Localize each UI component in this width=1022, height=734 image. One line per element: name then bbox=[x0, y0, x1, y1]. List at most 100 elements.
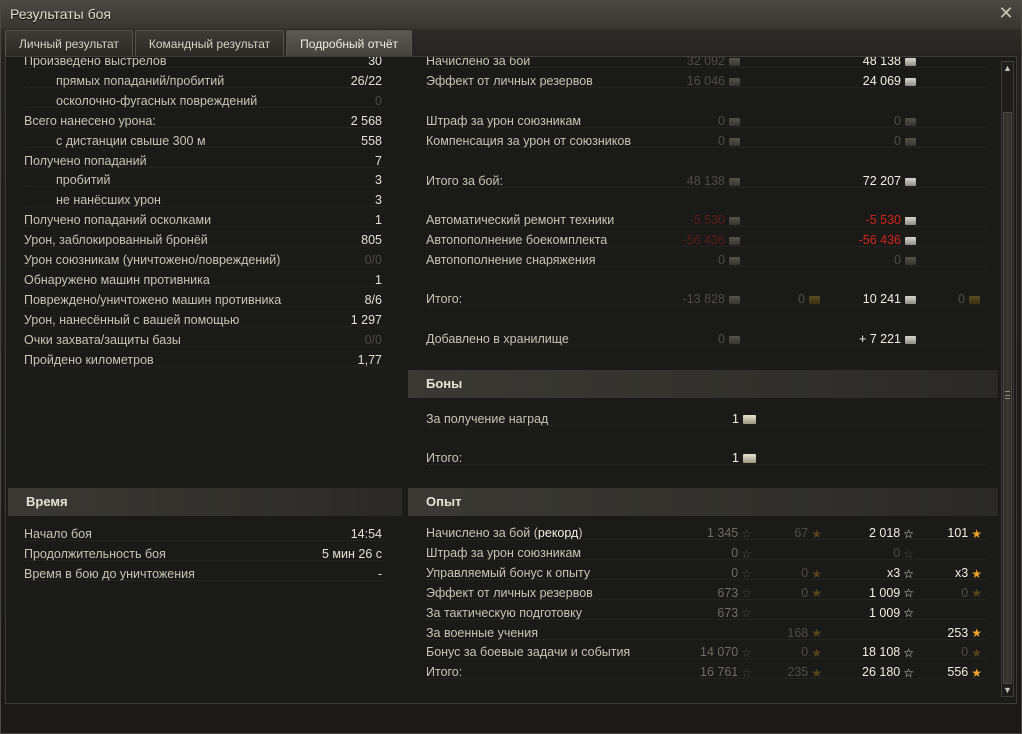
time-label: Начало боя bbox=[24, 527, 92, 541]
base-credits-text: -5 530 bbox=[689, 213, 725, 227]
premium-credits-value: 0 bbox=[894, 111, 916, 131]
stat-value: 1 bbox=[375, 272, 382, 287]
record-paren: ) bbox=[578, 526, 583, 540]
premium-free-xp-value: 556 ★ bbox=[947, 662, 982, 683]
tab-bar: Личный результат Командный результат Под… bbox=[5, 30, 414, 56]
credit-row: Автоматический ремонт техники -5 530 -5 53… bbox=[426, 210, 986, 230]
base-credits-text: 0 bbox=[718, 332, 725, 346]
stat-label: Урон, нанесённый с вашей помощью bbox=[24, 312, 240, 327]
stat-value: 805 bbox=[361, 233, 382, 248]
stat-label: Урон союзникам (уничтожено/повреждений) bbox=[24, 253, 281, 267]
xp-star-icon: ☆ bbox=[741, 526, 752, 541]
xp-label-text: Итого: bbox=[426, 665, 463, 680]
xp-label: За тактическую подготовку bbox=[426, 603, 582, 623]
free-xp-star-icon: ★ bbox=[971, 626, 982, 641]
stat-label: пробитий bbox=[56, 173, 111, 188]
premium-xp-text: x3 bbox=[887, 565, 901, 580]
base-xp-text: 0 bbox=[731, 545, 739, 560]
bond-row: Итого: 1 bbox=[426, 448, 986, 468]
scroll-down-arrow-icon[interactable]: ▼ bbox=[1002, 684, 1013, 696]
xp-label-text: Бонус за боевые задачи и события bbox=[426, 645, 631, 660]
xp-row: Эффект от личных резервов 673 ☆ 0 ★ 1 009 ☆ 0 ★ bbox=[426, 583, 986, 603]
stat-row: Пройдено километров 1,77 bbox=[24, 350, 384, 370]
premium-credits-text: + 7 221 bbox=[858, 332, 901, 346]
premium-credits-value: -5 530 bbox=[866, 210, 916, 230]
premium-xp-text: 1 009 bbox=[868, 585, 901, 600]
bond-value: 1 bbox=[732, 409, 756, 429]
free-xp-star-icon: ★ bbox=[811, 646, 822, 661]
xp-star-icon: ☆ bbox=[741, 666, 752, 680]
base-xp-value: 0 ☆ bbox=[731, 563, 752, 584]
gold-icon bbox=[969, 295, 980, 304]
time-value: 5 мин 26 с bbox=[321, 547, 382, 561]
stat-row: осколочно-фугасных повреждений 0 bbox=[24, 91, 384, 111]
credit-icon bbox=[729, 256, 740, 265]
base-credits-value: -13 828 bbox=[683, 289, 740, 309]
stat-value: 3 bbox=[375, 193, 382, 208]
bond-value-text: 1 bbox=[732, 451, 739, 465]
base-credits-value: 0 bbox=[718, 250, 740, 270]
base-credits-text: 48 138 bbox=[686, 174, 725, 188]
premium-xp-text: 1 009 bbox=[868, 605, 901, 620]
scrollbar[interactable]: ▲ ▼ bbox=[1001, 61, 1014, 697]
credit-icon bbox=[729, 57, 740, 66]
credit-icon bbox=[905, 137, 916, 146]
base-xp-value: 14 070 ☆ bbox=[700, 642, 752, 663]
premium-credits-value: 24 069 bbox=[863, 71, 916, 91]
scroll-thumb[interactable] bbox=[1003, 112, 1012, 684]
base-xp-text: 673 bbox=[717, 585, 739, 600]
premium-xp-value: 1 009 ☆ bbox=[869, 603, 914, 624]
window-title: Результаты боя bbox=[10, 6, 112, 22]
premium-free-xp-value: 0 ★ bbox=[961, 642, 982, 663]
bond-label: За получение наград bbox=[426, 412, 549, 426]
free-xp-star-icon: ★ bbox=[811, 586, 822, 601]
xp-row: Штраф за урон союзникам 0 ☆ 0 ☆ bbox=[426, 543, 986, 563]
scroll-up-arrow-icon[interactable]: ▲ bbox=[1002, 62, 1013, 74]
bond-label: Итого: bbox=[426, 451, 463, 465]
premium-xp-text: 0 bbox=[893, 545, 901, 560]
credit-icon bbox=[729, 137, 740, 146]
stat-row: Повреждено/уничтожено машин противника 8/… bbox=[24, 290, 384, 310]
stat-value: 3 bbox=[375, 173, 382, 188]
credit-icon bbox=[729, 77, 740, 86]
premium-credits-text: 10 241 bbox=[862, 292, 901, 306]
premium-xp-value: 18 108 ☆ bbox=[862, 642, 914, 663]
stat-label: Произведено выстрелов bbox=[24, 56, 167, 68]
close-icon[interactable]: ✕ bbox=[997, 4, 1015, 22]
base-credits-text: -13 828 bbox=[682, 292, 725, 306]
premium-xp-value: 26 180 ☆ bbox=[862, 662, 914, 683]
stat-row: с дистанции свыше 300 м 558 bbox=[24, 131, 384, 151]
base-free-xp-text: 0 bbox=[801, 565, 809, 580]
free-xp-star-icon: ★ bbox=[971, 666, 982, 680]
base-free-xp-text: 67 bbox=[794, 526, 809, 540]
credit-label: Штраф за урон союзникам bbox=[426, 114, 582, 128]
premium-xp-value: x3 ☆ bbox=[887, 563, 914, 584]
stat-label: Всего нанесено урона: bbox=[24, 113, 156, 128]
base-free-xp-text: 0 bbox=[801, 585, 809, 600]
tab-detailed-report[interactable]: Подробный отчёт bbox=[286, 30, 413, 56]
tab-personal-result[interactable]: Личный результат bbox=[5, 30, 133, 56]
xp-star-icon: ☆ bbox=[903, 566, 914, 581]
xp-label-text: Штраф за урон союзникам bbox=[426, 545, 582, 560]
base-free-xp-text: 0 bbox=[801, 645, 809, 660]
xp-label: Штраф за урон союзникам bbox=[426, 543, 581, 563]
stat-label: Очки захвата/защиты базы bbox=[24, 332, 181, 347]
base-xp-text: 673 bbox=[717, 605, 739, 620]
credit-label: Компенсация за урон от союзников bbox=[426, 134, 631, 148]
xp-row: За военные учения 168 ★ 253 ★ bbox=[426, 623, 986, 643]
detailed-report-panel: Произведено выстрелов 30 прямых попаданий/… bbox=[5, 56, 1017, 704]
credit-icon bbox=[905, 57, 916, 66]
credit-icon bbox=[729, 177, 740, 186]
bottom-bar bbox=[5, 707, 1017, 729]
premium-credits-value: 0 bbox=[894, 131, 916, 151]
time-row: Продолжительность боя 5 мин 26 с bbox=[24, 544, 384, 564]
stat-row: Урон, заблокированный бронёй 805 bbox=[24, 230, 384, 250]
premium-free-xp-value: x3 ★ bbox=[955, 563, 982, 584]
stat-label: Пройдено километров bbox=[24, 352, 154, 367]
tab-team-result[interactable]: Командный результат bbox=[134, 30, 285, 56]
premium-free-xp-text: 0 bbox=[961, 585, 969, 600]
base-credits-text: 0 bbox=[718, 114, 725, 128]
credit-icon bbox=[905, 177, 916, 186]
base-credits-text: 0 bbox=[718, 134, 725, 148]
base-credits-value: 48 138 bbox=[687, 171, 740, 191]
